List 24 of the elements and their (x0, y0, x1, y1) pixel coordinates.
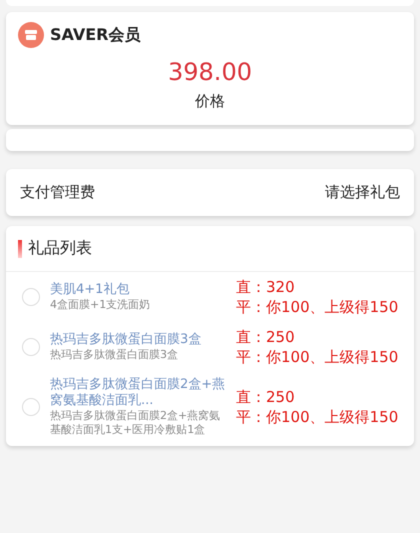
radio-button[interactable] (22, 338, 40, 356)
annotation-text: 平：你100、上级得150 (236, 347, 400, 367)
gift-title[interactable]: 美肌4+1礼包 (50, 282, 226, 298)
member-title: SAVER会员 (50, 24, 140, 46)
annotation-text: 直：320 (236, 277, 296, 297)
shop-icon (18, 22, 44, 48)
fee-row[interactable]: 支付管理费 请选择礼包 (6, 169, 414, 216)
radio-button[interactable] (22, 398, 40, 416)
gift-select-link[interactable]: 请选择礼包 (325, 183, 400, 202)
gift-title[interactable]: 热玛吉多肽微蛋白面膜2盒+燕窝氨基酸洁面乳... (50, 377, 226, 409)
fee-label: 支付管理费 (20, 183, 95, 202)
radio-button[interactable] (22, 288, 40, 306)
gift-title[interactable]: 热玛吉多肽微蛋白面膜3盒 (50, 332, 226, 348)
gift-description: 热玛吉多肽微蛋白面膜2盒+燕窝氨基酸洁面乳1支+医用冷敷贴1盒 (50, 409, 222, 437)
annotation-text: 平：你100、上级得150 (236, 407, 400, 427)
section-marker (18, 240, 22, 258)
annotation-text: 直：250 (236, 327, 296, 347)
price-label: 价格 (195, 92, 225, 111)
gift-description: 4盒面膜+1支洗面奶 (50, 298, 152, 312)
annotation-text: 直：250 (236, 387, 296, 407)
price-value: 398.00 (168, 58, 252, 86)
gift-description: 热玛吉多肽微蛋白面膜3盒 (50, 348, 179, 362)
section-title: 礼品列表 (28, 238, 92, 259)
annotation-text: 平：你100、上级得150 (236, 297, 400, 317)
